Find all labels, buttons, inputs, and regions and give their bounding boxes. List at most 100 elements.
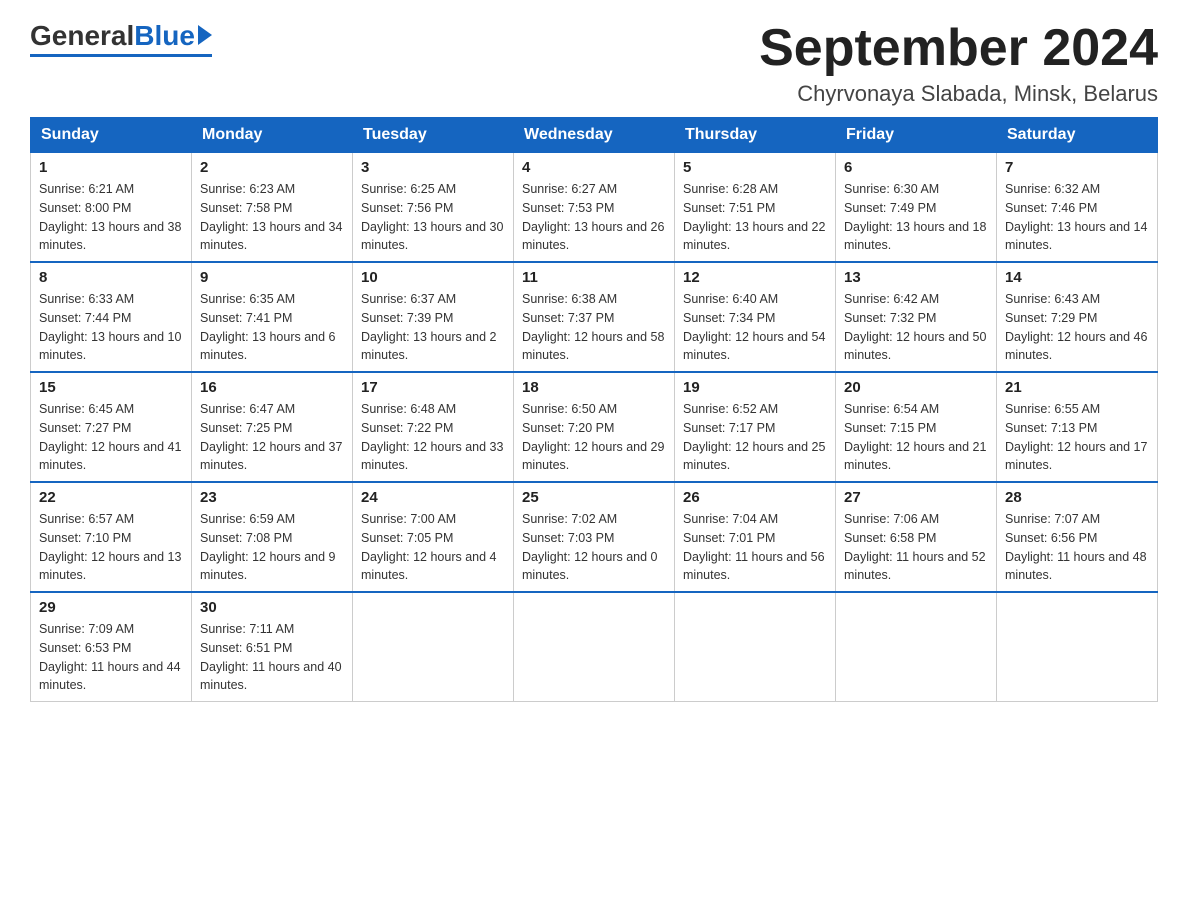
day-number: 11 xyxy=(522,269,666,286)
empty-day-cell xyxy=(997,592,1158,702)
day-number: 8 xyxy=(39,269,183,286)
calendar-day-cell: 12Sunrise: 6:40 AMSunset: 7:34 PMDayligh… xyxy=(675,262,836,372)
day-number: 18 xyxy=(522,379,666,396)
day-info: Sunrise: 7:07 AMSunset: 6:56 PMDaylight:… xyxy=(1005,510,1149,585)
day-info: Sunrise: 6:27 AMSunset: 7:53 PMDaylight:… xyxy=(522,180,666,255)
day-number: 13 xyxy=(844,269,988,286)
calendar-day-cell: 23 Sunrise: 6:59 AMSunset: 7:08 PMDayligh… xyxy=(192,482,353,592)
weekday-header-sunday: Sunday xyxy=(31,118,192,153)
calendar-week-row: 29 Sunrise: 7:09 AMSunset: 6:53 PMDayligh… xyxy=(31,592,1158,702)
calendar-day-cell: 29 Sunrise: 7:09 AMSunset: 6:53 PMDayligh… xyxy=(31,592,192,702)
calendar-day-cell: 24 Sunrise: 7:00 AMSunset: 7:05 PMDayligh… xyxy=(353,482,514,592)
day-number: 27 xyxy=(844,489,988,506)
day-number: 20 xyxy=(844,379,988,396)
calendar-week-row: 1Sunrise: 6:21 AMSunset: 8:00 PMDaylight… xyxy=(31,153,1158,263)
day-info: Sunrise: 7:09 AMSunset: 6:53 PMDaylight:… xyxy=(39,620,183,695)
calendar-day-cell: 2 Sunrise: 6:23 AMSunset: 7:58 PMDaylight… xyxy=(192,153,353,263)
day-info: Sunrise: 6:48 AMSunset: 7:22 PMDaylight:… xyxy=(361,400,505,475)
day-number: 21 xyxy=(1005,379,1149,396)
day-info: Sunrise: 7:06 AMSunset: 6:58 PMDaylight:… xyxy=(844,510,988,585)
day-number: 29 xyxy=(39,599,183,616)
day-number: 14 xyxy=(1005,269,1149,286)
calendar-day-cell: 15 Sunrise: 6:45 AMSunset: 7:27 PMDayligh… xyxy=(31,372,192,482)
day-number: 23 xyxy=(200,489,344,506)
day-info: Sunrise: 6:54 AMSunset: 7:15 PMDaylight:… xyxy=(844,400,988,475)
day-number: 30 xyxy=(200,599,344,616)
calendar-day-cell: 14 Sunrise: 6:43 AMSunset: 7:29 PMDayligh… xyxy=(997,262,1158,372)
day-info: Sunrise: 6:43 AMSunset: 7:29 PMDaylight:… xyxy=(1005,290,1149,365)
calendar-day-cell: 17 Sunrise: 6:48 AMSunset: 7:22 PMDayligh… xyxy=(353,372,514,482)
day-info: Sunrise: 6:55 AMSunset: 7:13 PMDaylight:… xyxy=(1005,400,1149,475)
day-info: Sunrise: 6:40 AMSunset: 7:34 PMDaylight:… xyxy=(683,290,827,365)
day-number: 3 xyxy=(361,159,505,176)
day-number: 24 xyxy=(361,489,505,506)
calendar-day-cell: 11 Sunrise: 6:38 AMSunset: 7:37 PMDayligh… xyxy=(514,262,675,372)
day-info: Sunrise: 6:47 AMSunset: 7:25 PMDaylight:… xyxy=(200,400,344,475)
calendar-day-cell: 18 Sunrise: 6:50 AMSunset: 7:20 PMDayligh… xyxy=(514,372,675,482)
calendar-day-cell: 3Sunrise: 6:25 AMSunset: 7:56 PMDaylight… xyxy=(353,153,514,263)
empty-day-cell xyxy=(353,592,514,702)
weekday-header-tuesday: Tuesday xyxy=(353,118,514,153)
day-number: 15 xyxy=(39,379,183,396)
location-subtitle: Chyrvonaya Slabada, Minsk, Belarus xyxy=(759,81,1158,107)
calendar-day-cell: 9Sunrise: 6:35 AMSunset: 7:41 PMDaylight… xyxy=(192,262,353,372)
day-number: 5 xyxy=(683,159,827,176)
calendar-day-cell: 16Sunrise: 6:47 AMSunset: 7:25 PMDayligh… xyxy=(192,372,353,482)
calendar-day-cell: 6 Sunrise: 6:30 AMSunset: 7:49 PMDaylight… xyxy=(836,153,997,263)
calendar-day-cell: 1Sunrise: 6:21 AMSunset: 8:00 PMDaylight… xyxy=(31,153,192,263)
calendar-day-cell: 27 Sunrise: 7:06 AMSunset: 6:58 PMDayligh… xyxy=(836,482,997,592)
calendar-day-cell: 8 Sunrise: 6:33 AMSunset: 7:44 PMDaylight… xyxy=(31,262,192,372)
day-info: Sunrise: 6:42 AMSunset: 7:32 PMDaylight:… xyxy=(844,290,988,365)
day-number: 28 xyxy=(1005,489,1149,506)
calendar-day-cell: 30 Sunrise: 7:11 AMSunset: 6:51 PMDayligh… xyxy=(192,592,353,702)
day-number: 25 xyxy=(522,489,666,506)
calendar-day-cell: 25 Sunrise: 7:02 AMSunset: 7:03 PMDayligh… xyxy=(514,482,675,592)
calendar-week-row: 22 Sunrise: 6:57 AMSunset: 7:10 PMDayligh… xyxy=(31,482,1158,592)
calendar-day-cell: 13 Sunrise: 6:42 AMSunset: 7:32 PMDayligh… xyxy=(836,262,997,372)
calendar-day-cell: 10 Sunrise: 6:37 AMSunset: 7:39 PMDayligh… xyxy=(353,262,514,372)
month-title: September 2024 xyxy=(759,20,1158,77)
calendar-week-row: 8 Sunrise: 6:33 AMSunset: 7:44 PMDaylight… xyxy=(31,262,1158,372)
empty-day-cell xyxy=(514,592,675,702)
day-number: 7 xyxy=(1005,159,1149,176)
day-number: 2 xyxy=(200,159,344,176)
day-info: Sunrise: 6:30 AMSunset: 7:49 PMDaylight:… xyxy=(844,180,988,255)
day-number: 9 xyxy=(200,269,344,286)
calendar-day-cell: 26 Sunrise: 7:04 AMSunset: 7:01 PMDayligh… xyxy=(675,482,836,592)
calendar-day-cell: 4 Sunrise: 6:27 AMSunset: 7:53 PMDaylight… xyxy=(514,153,675,263)
calendar-day-cell: 19Sunrise: 6:52 AMSunset: 7:17 PMDayligh… xyxy=(675,372,836,482)
day-number: 22 xyxy=(39,489,183,506)
weekday-header-monday: Monday xyxy=(192,118,353,153)
logo-triangle-icon xyxy=(198,25,212,45)
calendar-day-cell: 5 Sunrise: 6:28 AMSunset: 7:51 PMDaylight… xyxy=(675,153,836,263)
day-info: Sunrise: 6:37 AMSunset: 7:39 PMDaylight:… xyxy=(361,290,505,365)
day-number: 17 xyxy=(361,379,505,396)
day-info: Sunrise: 7:04 AMSunset: 7:01 PMDaylight:… xyxy=(683,510,827,585)
day-info: Sunrise: 7:00 AMSunset: 7:05 PMDaylight:… xyxy=(361,510,505,585)
day-number: 19 xyxy=(683,379,827,396)
empty-day-cell xyxy=(836,592,997,702)
day-info: Sunrise: 6:57 AMSunset: 7:10 PMDaylight:… xyxy=(39,510,183,585)
day-info: Sunrise: 7:02 AMSunset: 7:03 PMDaylight:… xyxy=(522,510,666,585)
day-number: 26 xyxy=(683,489,827,506)
day-info: Sunrise: 6:23 AMSunset: 7:58 PMDaylight:… xyxy=(200,180,344,255)
day-info: Sunrise: 7:11 AMSunset: 6:51 PMDaylight:… xyxy=(200,620,344,695)
day-info: Sunrise: 6:33 AMSunset: 7:44 PMDaylight:… xyxy=(39,290,183,365)
calendar-day-cell: 22 Sunrise: 6:57 AMSunset: 7:10 PMDayligh… xyxy=(31,482,192,592)
page-header: General Blue September 2024 Chyrvonaya S… xyxy=(30,20,1158,107)
weekday-header-row: SundayMondayTuesdayWednesdayThursdayFrid… xyxy=(31,118,1158,153)
calendar-week-row: 15 Sunrise: 6:45 AMSunset: 7:27 PMDayligh… xyxy=(31,372,1158,482)
day-number: 6 xyxy=(844,159,988,176)
day-info: Sunrise: 6:38 AMSunset: 7:37 PMDaylight:… xyxy=(522,290,666,365)
empty-day-cell xyxy=(675,592,836,702)
day-info: Sunrise: 6:45 AMSunset: 7:27 PMDaylight:… xyxy=(39,400,183,475)
day-info: Sunrise: 6:50 AMSunset: 7:20 PMDaylight:… xyxy=(522,400,666,475)
day-number: 10 xyxy=(361,269,505,286)
day-info: Sunrise: 6:59 AMSunset: 7:08 PMDaylight:… xyxy=(200,510,344,585)
weekday-header-friday: Friday xyxy=(836,118,997,153)
logo-general-text: General xyxy=(30,20,134,52)
logo-underline xyxy=(30,54,212,57)
day-info: Sunrise: 6:28 AMSunset: 7:51 PMDaylight:… xyxy=(683,180,827,255)
weekday-header-thursday: Thursday xyxy=(675,118,836,153)
day-number: 4 xyxy=(522,159,666,176)
